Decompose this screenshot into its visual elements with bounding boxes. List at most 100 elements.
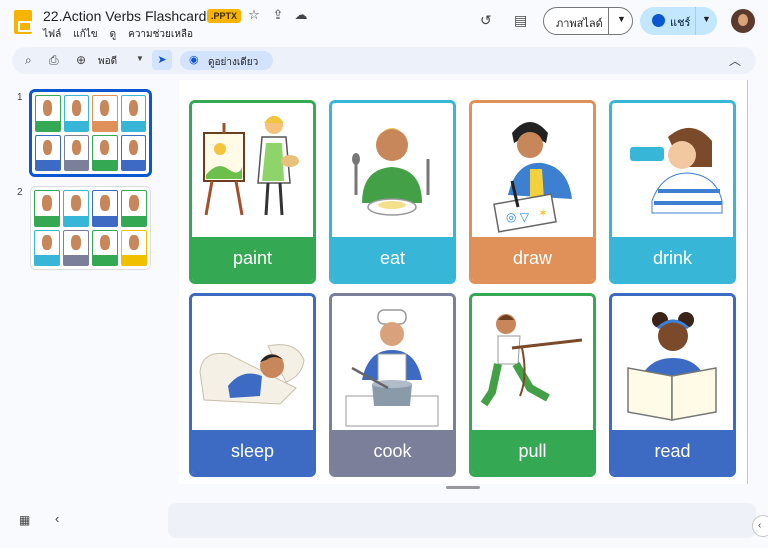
cloud-status-icon[interactable]: ☁ — [293, 7, 309, 23]
flashcard-pull: pull — [469, 293, 596, 477]
thumbnail-card — [63, 134, 89, 171]
svg-text:✶: ✶ — [538, 206, 548, 220]
flashcard-cook: cook — [329, 293, 456, 477]
thumbnail-figure — [42, 195, 52, 211]
share-divider — [695, 7, 696, 35]
flashcard-eat: eat — [329, 100, 456, 284]
thumbnail-card — [92, 134, 118, 171]
slide-number: 1 — [17, 92, 23, 103]
flashcard-word: cook — [332, 430, 453, 474]
canvas-border — [747, 80, 748, 484]
move-to-drive-icon[interactable]: ⇪ — [270, 7, 286, 23]
thumbnail-card — [34, 190, 60, 227]
thumbnail-figure — [43, 139, 53, 156]
flashcard-word: paint — [192, 237, 313, 281]
drinking-icon — [612, 103, 733, 237]
view-only-label: ดูอย่างเดียว — [208, 57, 259, 68]
thumbnail-card — [120, 134, 146, 171]
thumbnail-band — [122, 215, 146, 226]
thumbnail-card — [92, 229, 118, 266]
grid-view-icon[interactable]: ▦ — [19, 513, 30, 527]
thumbnail-band — [93, 160, 117, 170]
print-icon[interactable]: ⎙ — [49, 53, 59, 68]
chevron-down-icon[interactable]: ▼ — [617, 14, 626, 24]
thumbnail-figure — [129, 195, 139, 211]
share-button[interactable]: แชร์ ▼ — [640, 7, 717, 35]
bottom-bar: ▦ ‹ ‹ — [0, 496, 768, 548]
menu-help[interactable]: ความช่วยเหลือ — [128, 27, 193, 42]
file-type-badge: .PPTX — [207, 9, 242, 23]
svg-text:◎ ▽: ◎ ▽ — [506, 210, 530, 224]
thumbnail-band — [121, 120, 145, 131]
menu-view[interactable]: ดู — [110, 27, 117, 42]
chevron-left-icon[interactable]: ‹ — [55, 511, 59, 526]
comments-icon[interactable]: ▤ — [514, 12, 527, 29]
menu-file[interactable]: ไฟล์ — [43, 27, 61, 42]
thumbnail-figure — [128, 139, 138, 156]
thumbnail-card — [120, 95, 146, 132]
flashcard-draw: ◎ ▽ ✶ draw — [469, 100, 596, 284]
slide-thumbnail-1[interactable] — [29, 89, 152, 177]
thumbnail-band — [93, 255, 117, 265]
share-label: แชร์ — [670, 17, 691, 29]
version-history-icon[interactable]: ↺ — [480, 12, 492, 29]
thumbnail-band — [64, 255, 88, 265]
thumbnail-band — [64, 215, 88, 226]
thumbnail-band — [93, 120, 117, 131]
document-title[interactable]: 22.Action Verbs Flashcards — [43, 8, 213, 24]
sleeping-icon — [192, 296, 313, 430]
thumbnail-card — [34, 229, 60, 266]
chevron-down-icon[interactable]: ▼ — [702, 14, 711, 24]
menu-bar: ไฟล์ แก้ไข ดู ความช่วยเหลือ — [43, 27, 193, 42]
thumbnail-band — [93, 215, 117, 226]
slides-logo-icon[interactable] — [14, 10, 32, 34]
star-icon[interactable]: ☆ — [246, 7, 262, 23]
view-only-chip[interactable]: ◉ ดูอย่างเดียว — [180, 51, 273, 70]
slideshow-label: ภาพสไลด์ — [556, 18, 603, 30]
thumbnail-band — [122, 255, 146, 265]
thumbnail-card — [63, 95, 89, 132]
flashcard-word: drink — [612, 237, 733, 281]
flashcard-paint: paint — [189, 100, 316, 284]
flashcard-word: eat — [332, 237, 453, 281]
speaker-notes-area[interactable] — [168, 503, 756, 538]
slideshow-button[interactable]: ภาพสไลด์ ▼ — [543, 7, 633, 35]
reading-icon — [612, 296, 733, 430]
thumbnail-card — [63, 190, 89, 227]
thumbnail-card — [35, 134, 61, 171]
thumbnail-band — [64, 160, 88, 170]
drawing-icon: ◎ ▽ ✶ — [472, 103, 593, 237]
top-bar: 22.Action Verbs Flashcards .PPTX ☆ ⇪ ☁ ไ… — [0, 0, 768, 44]
zoom-select[interactable]: พอดี — [98, 54, 117, 69]
search-icon[interactable]: ⌕ — [25, 53, 32, 68]
thumbnail-card — [92, 190, 118, 227]
flashcard-word: draw — [472, 237, 593, 281]
slide-filmstrip: 1 2 — [0, 80, 168, 488]
thumbnail-figure — [43, 100, 53, 116]
cooking-icon — [332, 296, 453, 430]
thumbnail-band — [121, 160, 145, 170]
thumbnail-figure — [42, 234, 52, 251]
thumbnail-card — [121, 229, 147, 266]
menu-edit[interactable]: แก้ไข — [73, 27, 97, 42]
flashcard-sleep: sleep — [189, 293, 316, 477]
pulling-icon — [472, 296, 593, 430]
flashcard-read: read — [609, 293, 736, 477]
select-pointer-button[interactable]: ➤ — [152, 50, 172, 70]
thumbnail-figure — [100, 100, 110, 116]
slide-number: 2 — [17, 187, 23, 198]
thumbnail-band — [36, 160, 60, 170]
slide-canvas[interactable]: paint eat ◎ ▽ ✶ draw drink sleep cook pu… — [179, 80, 747, 484]
zoom-icon[interactable]: ⊕ — [76, 53, 86, 67]
chevron-up-icon[interactable]: ︿ — [729, 52, 741, 69]
chevron-down-icon[interactable]: ▼ — [136, 54, 144, 63]
avatar[interactable] — [731, 9, 755, 33]
thumbnail-figure — [100, 234, 110, 251]
slide-thumbnail-2[interactable] — [30, 186, 151, 270]
chevron-left-icon[interactable]: ‹ — [752, 515, 768, 537]
thumbnail-grid — [34, 190, 147, 266]
thumbnail-figure — [128, 100, 138, 116]
flashcard-word: read — [612, 430, 733, 474]
notes-resize-handle[interactable] — [446, 486, 480, 489]
globe-icon — [652, 14, 665, 27]
